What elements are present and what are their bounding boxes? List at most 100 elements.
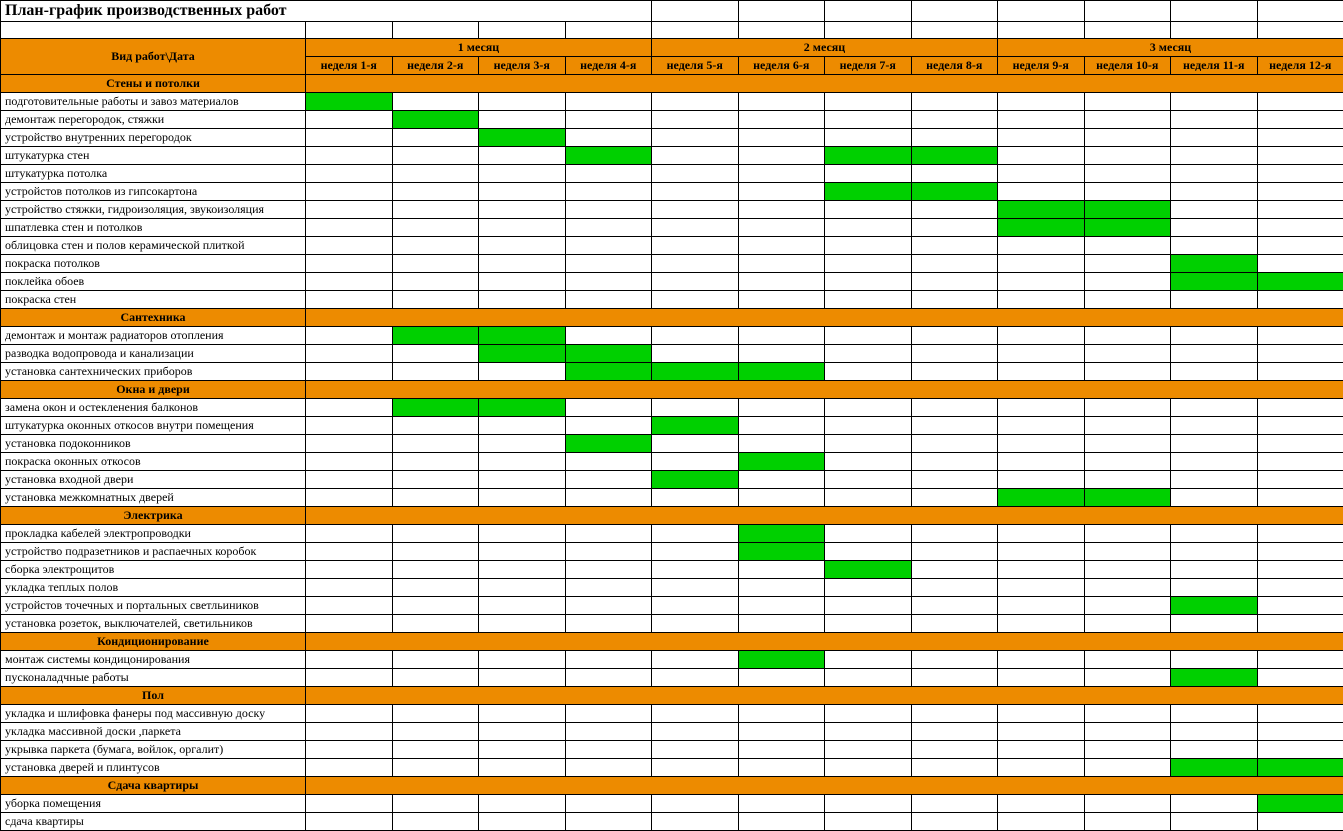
week-header: неделя 3-я [479, 57, 566, 75]
gantt-cell [652, 705, 739, 723]
gantt-cell [1257, 705, 1343, 723]
gantt-cell [825, 201, 912, 219]
gantt-cell [1257, 453, 1343, 471]
gantt-cell [1084, 93, 1171, 111]
gantt-cell [998, 255, 1085, 273]
gantt-cell [1171, 813, 1258, 831]
gantt-cell [911, 111, 998, 129]
gantt-cell [306, 147, 393, 165]
gantt-cell [825, 471, 912, 489]
task-label: штукатурка потолка [1, 165, 306, 183]
gantt-cell [479, 669, 566, 687]
gantt-cell [392, 813, 479, 831]
gantt-cell [652, 597, 739, 615]
gantt-cell [1257, 201, 1343, 219]
gantt-cell [1084, 615, 1171, 633]
gantt-cell [306, 651, 393, 669]
empty-cell [1, 22, 306, 39]
gantt-cell [392, 543, 479, 561]
task-label: укладка и шлифовка фанеры под массивную … [1, 705, 306, 723]
task-label: демонтаж и монтаж радиаторов отопления [1, 327, 306, 345]
gantt-cell [825, 273, 912, 291]
gantt-cell [1257, 489, 1343, 507]
gantt-cell [998, 129, 1085, 147]
gantt-cell [565, 93, 652, 111]
gantt-cell [1084, 543, 1171, 561]
gantt-cell [1084, 453, 1171, 471]
gantt-cell [911, 651, 998, 669]
task-label: разводка водопровода и канализации [1, 345, 306, 363]
gantt-cell [1084, 597, 1171, 615]
gantt-cell [825, 129, 912, 147]
gantt-cell [998, 705, 1085, 723]
section-header: Электрика [1, 507, 306, 525]
empty-cell [911, 1, 998, 22]
gantt-cell [998, 273, 1085, 291]
gantt-cell [306, 723, 393, 741]
gantt-cell [1171, 561, 1258, 579]
gantt-cell [738, 327, 825, 345]
gantt-cell [738, 273, 825, 291]
gantt-cell [306, 291, 393, 309]
gantt-cell [479, 363, 566, 381]
gantt-cell [306, 705, 393, 723]
empty-cell [565, 22, 652, 39]
gantt-cell [738, 615, 825, 633]
gantt-cell [565, 129, 652, 147]
gantt-cell-filled [738, 453, 825, 471]
gantt-cell [652, 201, 739, 219]
gantt-cell [825, 399, 912, 417]
gantt-cell [998, 399, 1085, 417]
gantt-cell [392, 453, 479, 471]
task-label: сборка электрощитов [1, 561, 306, 579]
gantt-cell [306, 165, 393, 183]
gantt-cell [911, 723, 998, 741]
gantt-cell [652, 93, 739, 111]
gantt-cell [738, 579, 825, 597]
section-header-span [306, 777, 1343, 795]
task-label: устройстов точечных и портальных светльи… [1, 597, 306, 615]
gantt-cell [1084, 237, 1171, 255]
gantt-cell [565, 273, 652, 291]
gantt-cell [479, 489, 566, 507]
gantt-cell [911, 93, 998, 111]
gantt-cell [1171, 345, 1258, 363]
gantt-cell [565, 255, 652, 273]
gantt-cell [998, 165, 1085, 183]
gantt-cell [1171, 417, 1258, 435]
gantt-cell [825, 237, 912, 255]
gantt-cell [1084, 741, 1171, 759]
gantt-cell [1171, 129, 1258, 147]
gantt-cell [738, 219, 825, 237]
gantt-cell [306, 669, 393, 687]
gantt-cell [652, 183, 739, 201]
section-header-span [306, 507, 1343, 525]
gantt-cell [998, 597, 1085, 615]
gantt-cell [1084, 345, 1171, 363]
gantt-cell-filled [738, 543, 825, 561]
gantt-cell [479, 471, 566, 489]
gantt-cell [738, 201, 825, 219]
section-header: Кондиционирование [1, 633, 306, 651]
gantt-cell [479, 759, 566, 777]
gantt-cell [306, 255, 393, 273]
gantt-cell [911, 417, 998, 435]
gantt-cell [911, 543, 998, 561]
gantt-cell [306, 435, 393, 453]
gantt-cell [479, 219, 566, 237]
gantt-cell [479, 579, 566, 597]
gantt-cell [392, 273, 479, 291]
gantt-cell [1257, 525, 1343, 543]
empty-cell [738, 1, 825, 22]
gantt-cell [479, 543, 566, 561]
task-label: установка сантехнических приборов [1, 363, 306, 381]
gantt-cell [998, 651, 1085, 669]
gantt-cell [392, 183, 479, 201]
gantt-cell [652, 561, 739, 579]
gantt-cell [1257, 417, 1343, 435]
gantt-cell [392, 669, 479, 687]
gantt-cell [825, 759, 912, 777]
gantt-cell [652, 543, 739, 561]
gantt-cell [911, 597, 998, 615]
week-header: неделя 10-я [1084, 57, 1171, 75]
